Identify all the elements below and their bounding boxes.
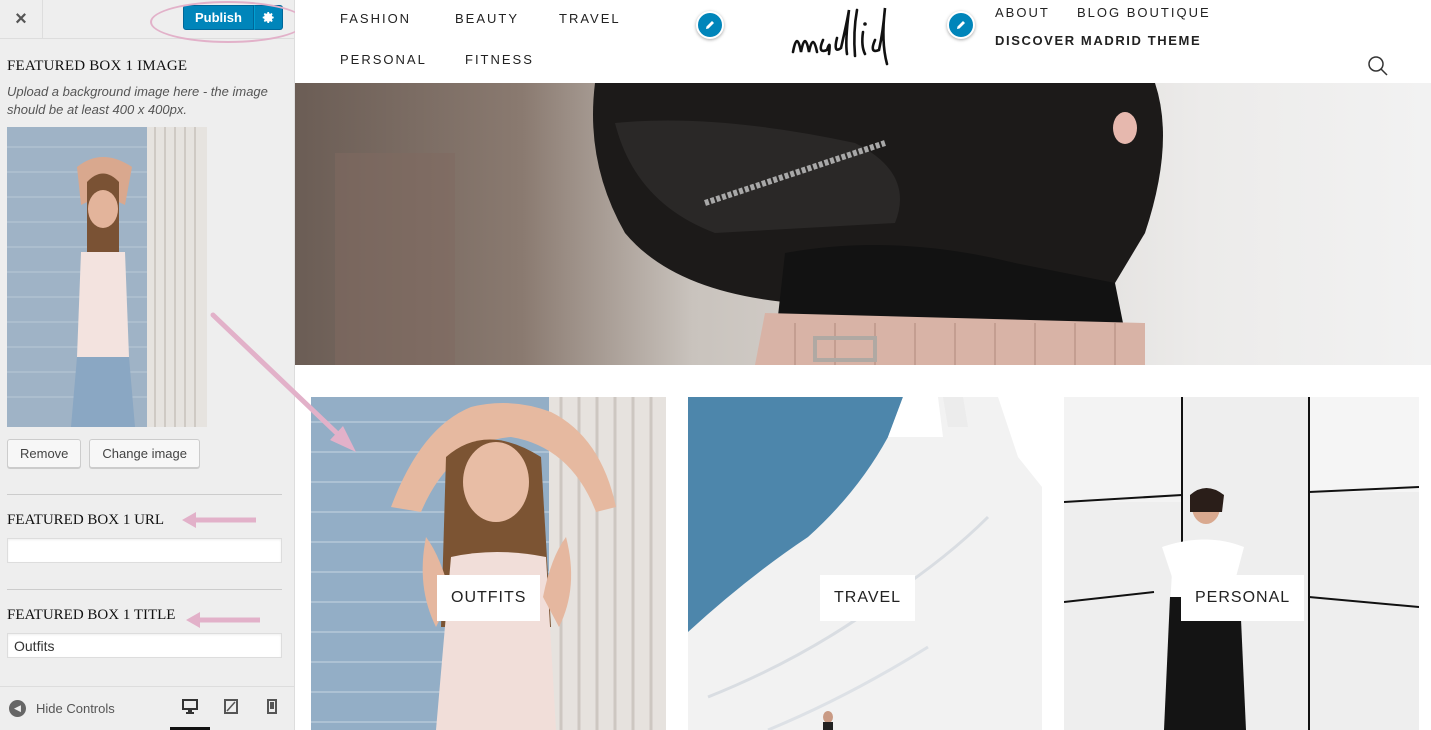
site-header: FASHION BEAUTY TRAVEL PERSONAL FITNESS A… <box>295 0 1431 83</box>
site-preview: FASHION BEAUTY TRAVEL PERSONAL FITNESS A… <box>295 0 1431 730</box>
section-image: FEATURED BOX 1 IMAGE Upload a background… <box>7 58 283 119</box>
featured-box-personal[interactable]: PERSONAL <box>1064 397 1419 730</box>
nav-item-beauty[interactable]: BEAUTY <box>455 11 519 26</box>
logo-script <box>791 7 889 66</box>
featured-box-photo <box>311 397 666 730</box>
featured-box-outfits[interactable]: OUTFITS <box>311 397 666 730</box>
hide-controls-button[interactable]: ◀ Hide Controls <box>9 700 115 717</box>
preview-tablet-button[interactable] <box>211 699 251 730</box>
featured-image-photo <box>7 127 207 427</box>
collapse-arrow-icon: ◀ <box>9 700 26 717</box>
image-actions: Remove Change image <box>7 439 200 468</box>
title-field-title: FEATURED BOX 1 TITLE <box>7 607 176 623</box>
nav-item-blog-boutique[interactable]: BLOG BOUTIQUE <box>1077 5 1211 20</box>
annotation-arrow-title <box>186 612 260 628</box>
preview-desktop-button[interactable] <box>170 699 210 730</box>
preview-mobile-button[interactable] <box>252 699 292 730</box>
annotation-arrow-url <box>182 512 256 528</box>
featured-title-input[interactable] <box>7 633 282 658</box>
nav-item-fashion[interactable]: FASHION <box>340 11 411 26</box>
close-icon: × <box>15 8 27 30</box>
search-button[interactable] <box>1367 55 1389 82</box>
section-divider <box>7 494 282 495</box>
nav-item-fitness[interactable]: FITNESS <box>465 52 534 67</box>
customizer-footer: ◀ Hide Controls <box>0 686 294 730</box>
image-section-description: Upload a background image here - the ima… <box>7 84 268 117</box>
desktop-icon <box>182 699 198 714</box>
featured-box-label: OUTFITS <box>437 575 541 621</box>
search-icon <box>1368 56 1388 76</box>
hero-photo <box>295 83 1431 365</box>
nav-item-personal[interactable]: PERSONAL <box>340 52 427 67</box>
nav-item-about[interactable]: ABOUT <box>995 5 1050 20</box>
section-divider <box>7 589 282 590</box>
featured-box-label: TRAVEL <box>820 575 916 621</box>
annotation-circle <box>150 1 306 43</box>
hero-image <box>295 83 1431 365</box>
hide-controls-label: Hide Controls <box>36 701 115 716</box>
pencil-icon <box>957 21 965 29</box>
change-image-button[interactable]: Change image <box>89 439 200 468</box>
featured-box-photo <box>688 397 1042 730</box>
featured-url-input[interactable] <box>7 538 282 563</box>
site-logo[interactable] <box>787 2 917 77</box>
nav-item-discover-theme[interactable]: DISCOVER MADRID THEME <box>995 33 1201 48</box>
edit-menu-shortcut[interactable] <box>947 11 975 39</box>
mobile-icon <box>267 699 277 714</box>
close-customizer-button[interactable]: × <box>0 0 43 39</box>
featured-box-photo <box>1064 397 1419 730</box>
customizer-header: × Publish <box>0 0 306 43</box>
customizer-sidebar: × Publish FEATURED BOX 1 IMAGE Upload a … <box>0 0 306 730</box>
pencil-icon <box>706 21 714 29</box>
url-field-title: FEATURED BOX 1 URL <box>7 512 165 528</box>
featured-image-thumbnail[interactable] <box>7 127 207 427</box>
nav-item-travel[interactable]: TRAVEL <box>559 11 621 26</box>
remove-image-button[interactable]: Remove <box>7 439 82 468</box>
tablet-icon <box>224 699 238 714</box>
image-section-title: FEATURED BOX 1 IMAGE <box>7 58 188 74</box>
featured-box-travel[interactable]: TRAVEL <box>688 397 1043 730</box>
edit-menu-shortcut[interactable] <box>696 11 724 39</box>
featured-box-label: PERSONAL <box>1181 575 1305 621</box>
